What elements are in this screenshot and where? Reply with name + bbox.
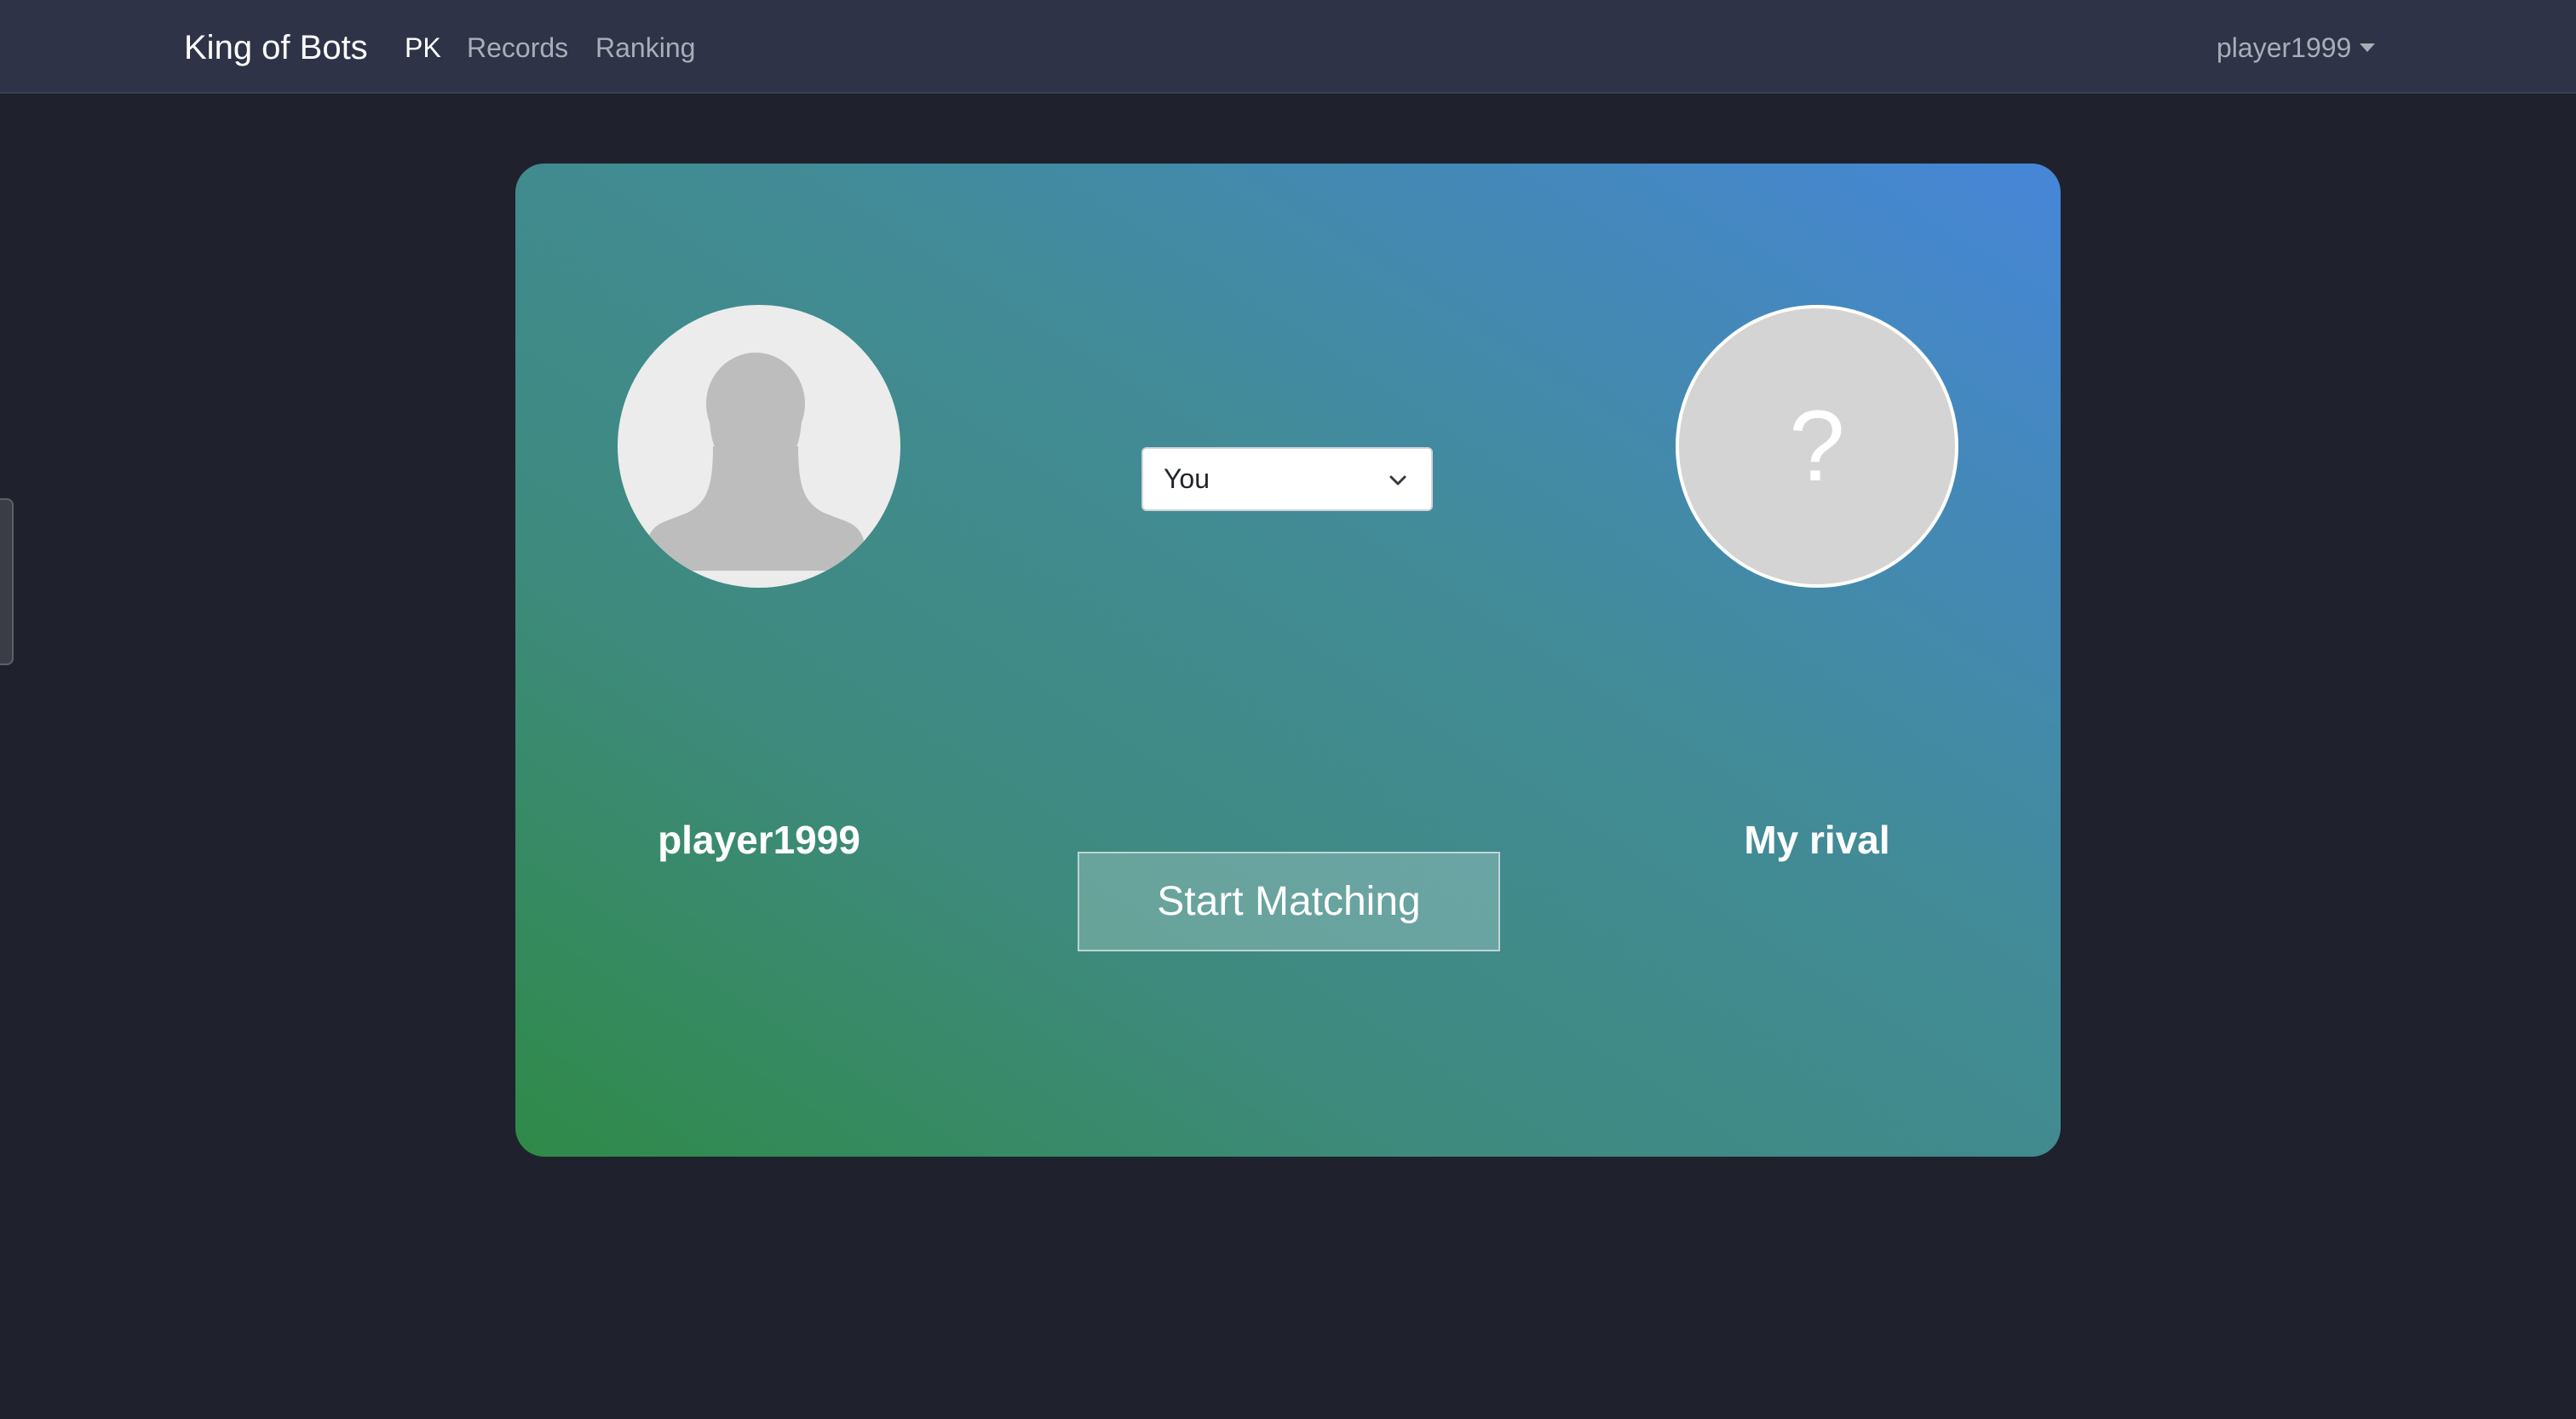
player-name: player1999 xyxy=(658,818,860,862)
rival-avatar: ? xyxy=(1676,305,1958,588)
navbar: King of Bots PK Records Ranking player19… xyxy=(0,0,2576,94)
player-avatar xyxy=(618,305,900,588)
nav-link-pk[interactable]: PK xyxy=(405,31,441,65)
bot-select-dropdown[interactable]: You xyxy=(1141,447,1433,511)
rival-name: My rival xyxy=(1744,818,1890,862)
side-panel-handle[interactable] xyxy=(0,498,14,665)
nav-link-records[interactable]: Records xyxy=(467,31,568,65)
chevron-down-icon xyxy=(1389,475,1406,485)
question-mark-icon: ? xyxy=(1789,390,1845,503)
brand-logo-link[interactable]: King of Bots xyxy=(184,27,368,68)
user-menu-dropdown[interactable]: player1999 xyxy=(2217,31,2376,65)
user-menu-label: player1999 xyxy=(2217,32,2352,63)
nav-link-ranking[interactable]: Ranking xyxy=(595,31,695,65)
user-silhouette-icon xyxy=(647,353,865,571)
caret-down-icon xyxy=(2360,43,2376,52)
start-matching-button[interactable]: Start Matching xyxy=(1078,852,1500,951)
bot-select-value: You xyxy=(1164,463,1210,494)
match-card: player1999 You ? My rival Start Matching xyxy=(515,164,2061,1157)
